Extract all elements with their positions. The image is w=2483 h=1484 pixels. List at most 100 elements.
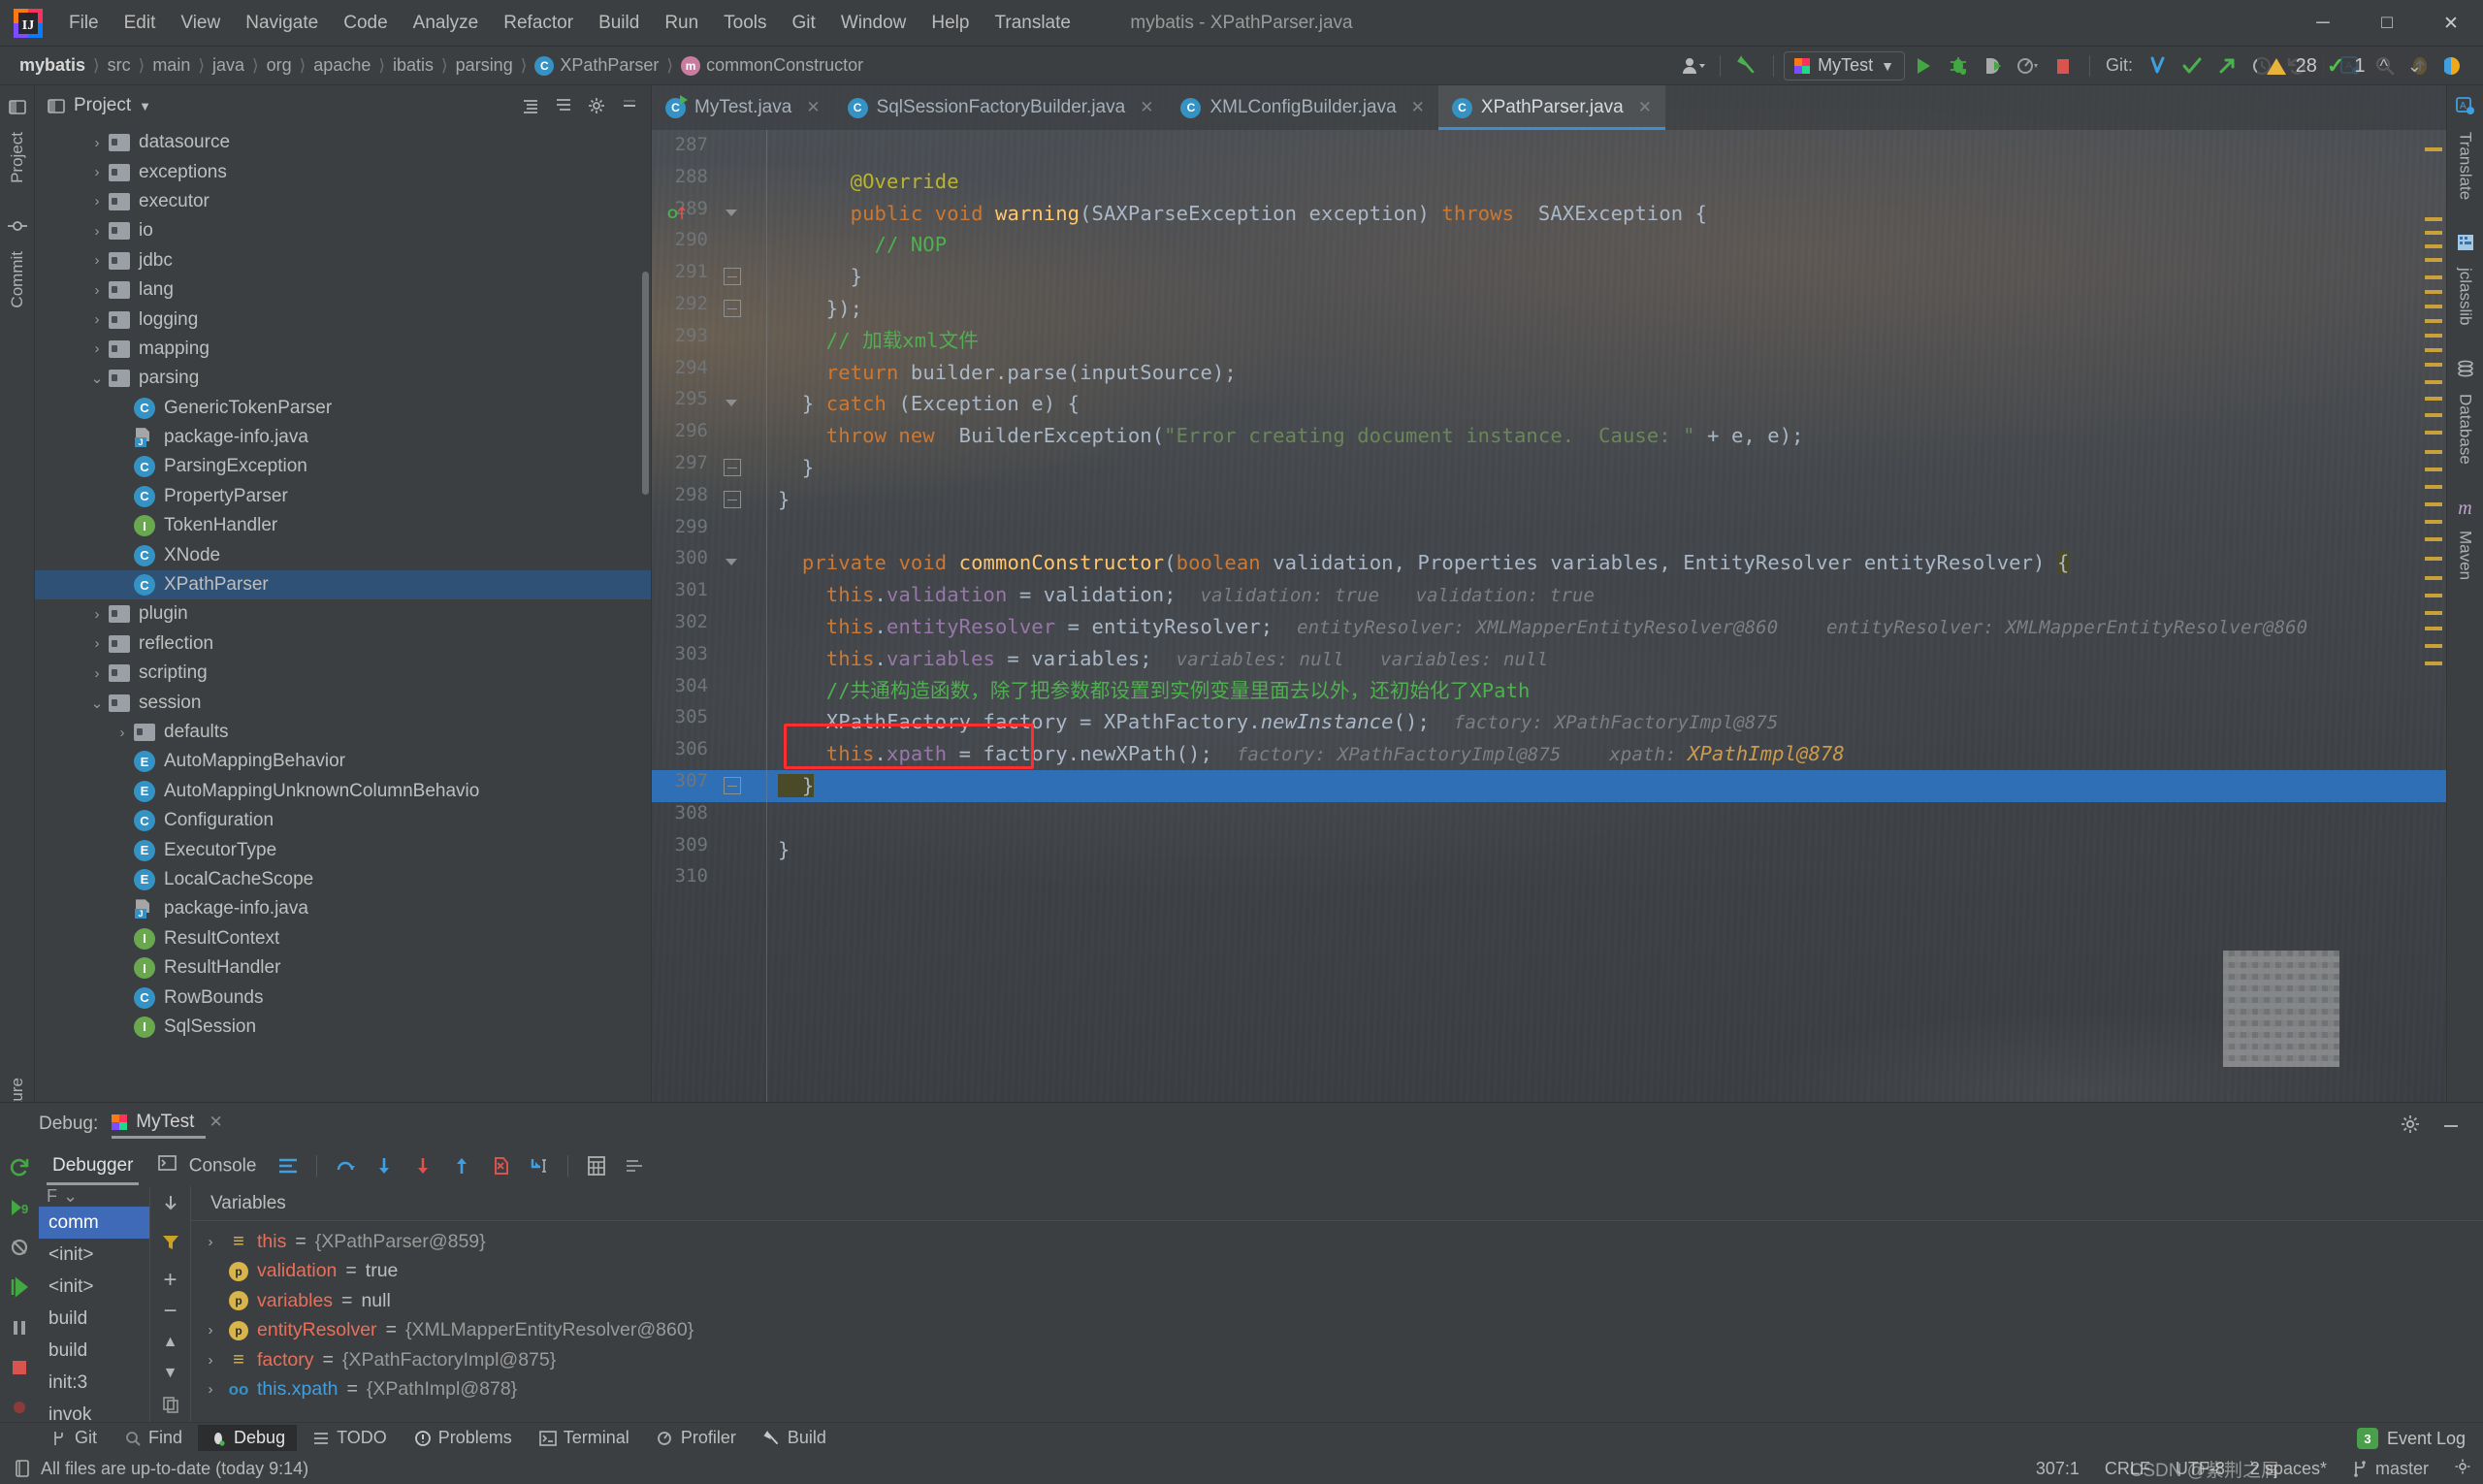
inspection-marker[interactable] bbox=[2425, 258, 2442, 262]
stack-frame-item[interactable]: invok bbox=[39, 1399, 149, 1422]
pause-icon[interactable] bbox=[3, 1313, 36, 1341]
expand-all-icon[interactable] bbox=[548, 92, 579, 119]
stack-frame-item[interactable]: comm bbox=[39, 1207, 149, 1239]
debug-icon[interactable] bbox=[1942, 51, 1975, 81]
chevron-right-icon[interactable]: › bbox=[85, 135, 109, 151]
code-line-309[interactable]: } bbox=[768, 834, 2446, 866]
code-line-296[interactable]: throw new BuilderException("Error creati… bbox=[768, 420, 2446, 452]
add-watch-icon[interactable]: + bbox=[163, 1272, 177, 1289]
code-line-302[interactable]: this.entityResolver = entityResolver; en… bbox=[768, 611, 2446, 643]
chevron-up-icon[interactable]: ^ bbox=[2374, 56, 2392, 77]
tool-window-button-profiler[interactable]: Profiler bbox=[645, 1425, 748, 1451]
chevron-right-icon[interactable]: › bbox=[85, 311, 109, 328]
stack-frame-item[interactable]: <init> bbox=[39, 1271, 149, 1303]
code-line-291[interactable]: } bbox=[768, 261, 2446, 293]
rail-label-translate[interactable]: Translate bbox=[2456, 126, 2475, 206]
breadcrumb-item-mybatis[interactable]: mybatis bbox=[14, 53, 91, 78]
menu-navigate[interactable]: Navigate bbox=[233, 9, 331, 38]
menu-analyze[interactable]: Analyze bbox=[401, 9, 492, 38]
code-line-306[interactable]: this.xpath = factory.newXPath(); factory… bbox=[768, 738, 2446, 770]
menu-help[interactable]: Help bbox=[919, 9, 982, 38]
stop-icon[interactable] bbox=[2047, 51, 2080, 81]
menu-window[interactable]: Window bbox=[828, 9, 919, 38]
frames-panel[interactable]: F ⌄ comm<init><init>buildbuildinit:3invo… bbox=[39, 1186, 150, 1422]
chevron-right-icon[interactable]: › bbox=[85, 665, 109, 682]
menu-translate[interactable]: Translate bbox=[982, 9, 1083, 38]
rail-label-maven[interactable]: Maven bbox=[2456, 525, 2475, 586]
tree-item-localcachescope[interactable]: ELocalCacheScope bbox=[35, 865, 651, 894]
inspection-marker[interactable] bbox=[2425, 661, 2442, 665]
rail-label-database[interactable]: Database bbox=[2456, 388, 2475, 470]
editor-tab-sqlsessionfactorybuilder-java[interactable]: CSqlSessionFactoryBuilder.java✕ bbox=[834, 85, 1168, 130]
editor-marker-bar[interactable] bbox=[2421, 130, 2446, 1164]
inspection-marker[interactable] bbox=[2425, 244, 2442, 248]
tree-item-resulthandler[interactable]: IResultHandler bbox=[35, 953, 651, 983]
tool-window-button-problems[interactable]: Problems bbox=[403, 1425, 524, 1451]
chevron-right-icon[interactable]: › bbox=[85, 252, 109, 269]
step-icon[interactable] bbox=[3, 1274, 36, 1302]
evaluate-expression-icon[interactable] bbox=[580, 1151, 613, 1180]
menu-git[interactable]: Git bbox=[780, 9, 828, 38]
inspection-marker[interactable] bbox=[2425, 537, 2442, 541]
tree-item-automappingunknowncolumnbehavio[interactable]: EAutoMappingUnknownColumnBehavio bbox=[35, 777, 651, 806]
download-icon[interactable] bbox=[161, 1194, 180, 1219]
inspection-marker[interactable] bbox=[2425, 275, 2442, 279]
rail-item-project[interactable]: Project bbox=[0, 97, 34, 189]
move-down-icon[interactable]: ▼ bbox=[163, 1365, 178, 1382]
tree-item-propertyparser[interactable]: CPropertyParser bbox=[35, 482, 651, 511]
code-line-307[interactable]: } bbox=[768, 770, 2446, 802]
mute-breakpoints-icon[interactable] bbox=[3, 1234, 36, 1262]
tree-item-executor[interactable]: ›executor bbox=[35, 187, 651, 216]
chevron-right-icon[interactable]: › bbox=[201, 1234, 220, 1250]
profiler-icon[interactable] bbox=[2012, 51, 2045, 81]
caret-position[interactable]: 307:1 bbox=[2036, 1459, 2080, 1479]
rerun-icon[interactable] bbox=[3, 1153, 36, 1181]
inspection-marker[interactable] bbox=[2425, 594, 2442, 597]
inspection-marker[interactable] bbox=[2425, 290, 2442, 294]
stack-frame-item[interactable]: <init> bbox=[39, 1239, 149, 1271]
chevron-down-icon[interactable]: ⌄ bbox=[85, 370, 109, 387]
close-button[interactable]: ✕ bbox=[2419, 0, 2483, 47]
debug-session-tab[interactable]: MyTest ✕ bbox=[112, 1112, 222, 1137]
code-line-301[interactable]: this.validation = validation; validation… bbox=[768, 579, 2446, 611]
run-to-cursor-icon[interactable] bbox=[523, 1151, 556, 1180]
variable-row-variables[interactable]: pvariables=null bbox=[191, 1286, 2483, 1316]
code-line-303[interactable]: this.variables = variables; variables: n… bbox=[768, 643, 2446, 675]
remove-watch-icon[interactable]: − bbox=[163, 1303, 177, 1320]
update-project-icon[interactable] bbox=[2141, 51, 2174, 81]
step-into-icon[interactable] bbox=[368, 1151, 401, 1180]
layout-settings-icon[interactable] bbox=[272, 1151, 305, 1180]
tree-item-rowbounds[interactable]: CRowBounds bbox=[35, 983, 651, 1012]
tree-item-configuration[interactable]: CConfiguration bbox=[35, 806, 651, 835]
chevron-right-icon[interactable]: › bbox=[85, 193, 109, 210]
run-with-coverage-icon[interactable] bbox=[1977, 51, 2010, 81]
minimize-icon[interactable] bbox=[2435, 1110, 2467, 1139]
rail-item-jclasslib[interactable]: jclasslib bbox=[2447, 233, 2483, 332]
menu-edit[interactable]: Edit bbox=[112, 9, 169, 38]
code-line-305[interactable]: XPathFactory factory = XPathFactory.newI… bbox=[768, 706, 2446, 738]
editor-tab-mytest-java[interactable]: CMyTest.java✕ bbox=[652, 85, 834, 130]
inspection-marker[interactable] bbox=[2425, 147, 2442, 151]
tree-item-logging[interactable]: ›logging bbox=[35, 305, 651, 334]
code-line-300[interactable]: private void commonConstructor(boolean v… bbox=[768, 547, 2446, 579]
inspection-marker[interactable] bbox=[2425, 450, 2442, 454]
variable-row-this[interactable]: ›≡this={XPathParser@859} bbox=[191, 1227, 2483, 1257]
rail-item-commit[interactable]: Commit bbox=[0, 216, 34, 314]
close-tab-icon[interactable]: ✕ bbox=[1638, 98, 1652, 117]
debug-side-actions[interactable]: 9 bbox=[0, 1145, 39, 1422]
stack-frame-item[interactable]: build bbox=[39, 1335, 149, 1367]
inspection-marker[interactable] bbox=[2425, 305, 2442, 308]
chevron-down-icon[interactable]: ⌄ bbox=[85, 694, 109, 712]
commit-icon[interactable] bbox=[2176, 51, 2209, 81]
tree-item-tokenhandler[interactable]: ITokenHandler bbox=[35, 511, 651, 540]
tree-item-plugin[interactable]: ›plugin bbox=[35, 599, 651, 629]
rail-label-project[interactable]: Project bbox=[8, 126, 27, 189]
collapse-all-icon[interactable] bbox=[515, 92, 546, 119]
code-line-295[interactable]: } catch (Exception e) { bbox=[768, 388, 2446, 420]
breadcrumb[interactable]: mybatis ⟩ src ⟩ main ⟩ java ⟩ org ⟩ apac… bbox=[14, 53, 869, 78]
copy-icon[interactable] bbox=[162, 1396, 179, 1419]
inspection-marker[interactable] bbox=[2425, 231, 2442, 235]
chevron-right-icon[interactable]: › bbox=[85, 635, 109, 652]
tree-item-sqlsession[interactable]: ISqlSession bbox=[35, 1013, 651, 1042]
run-configuration-selector[interactable]: MyTest ▼ bbox=[1784, 51, 1905, 81]
